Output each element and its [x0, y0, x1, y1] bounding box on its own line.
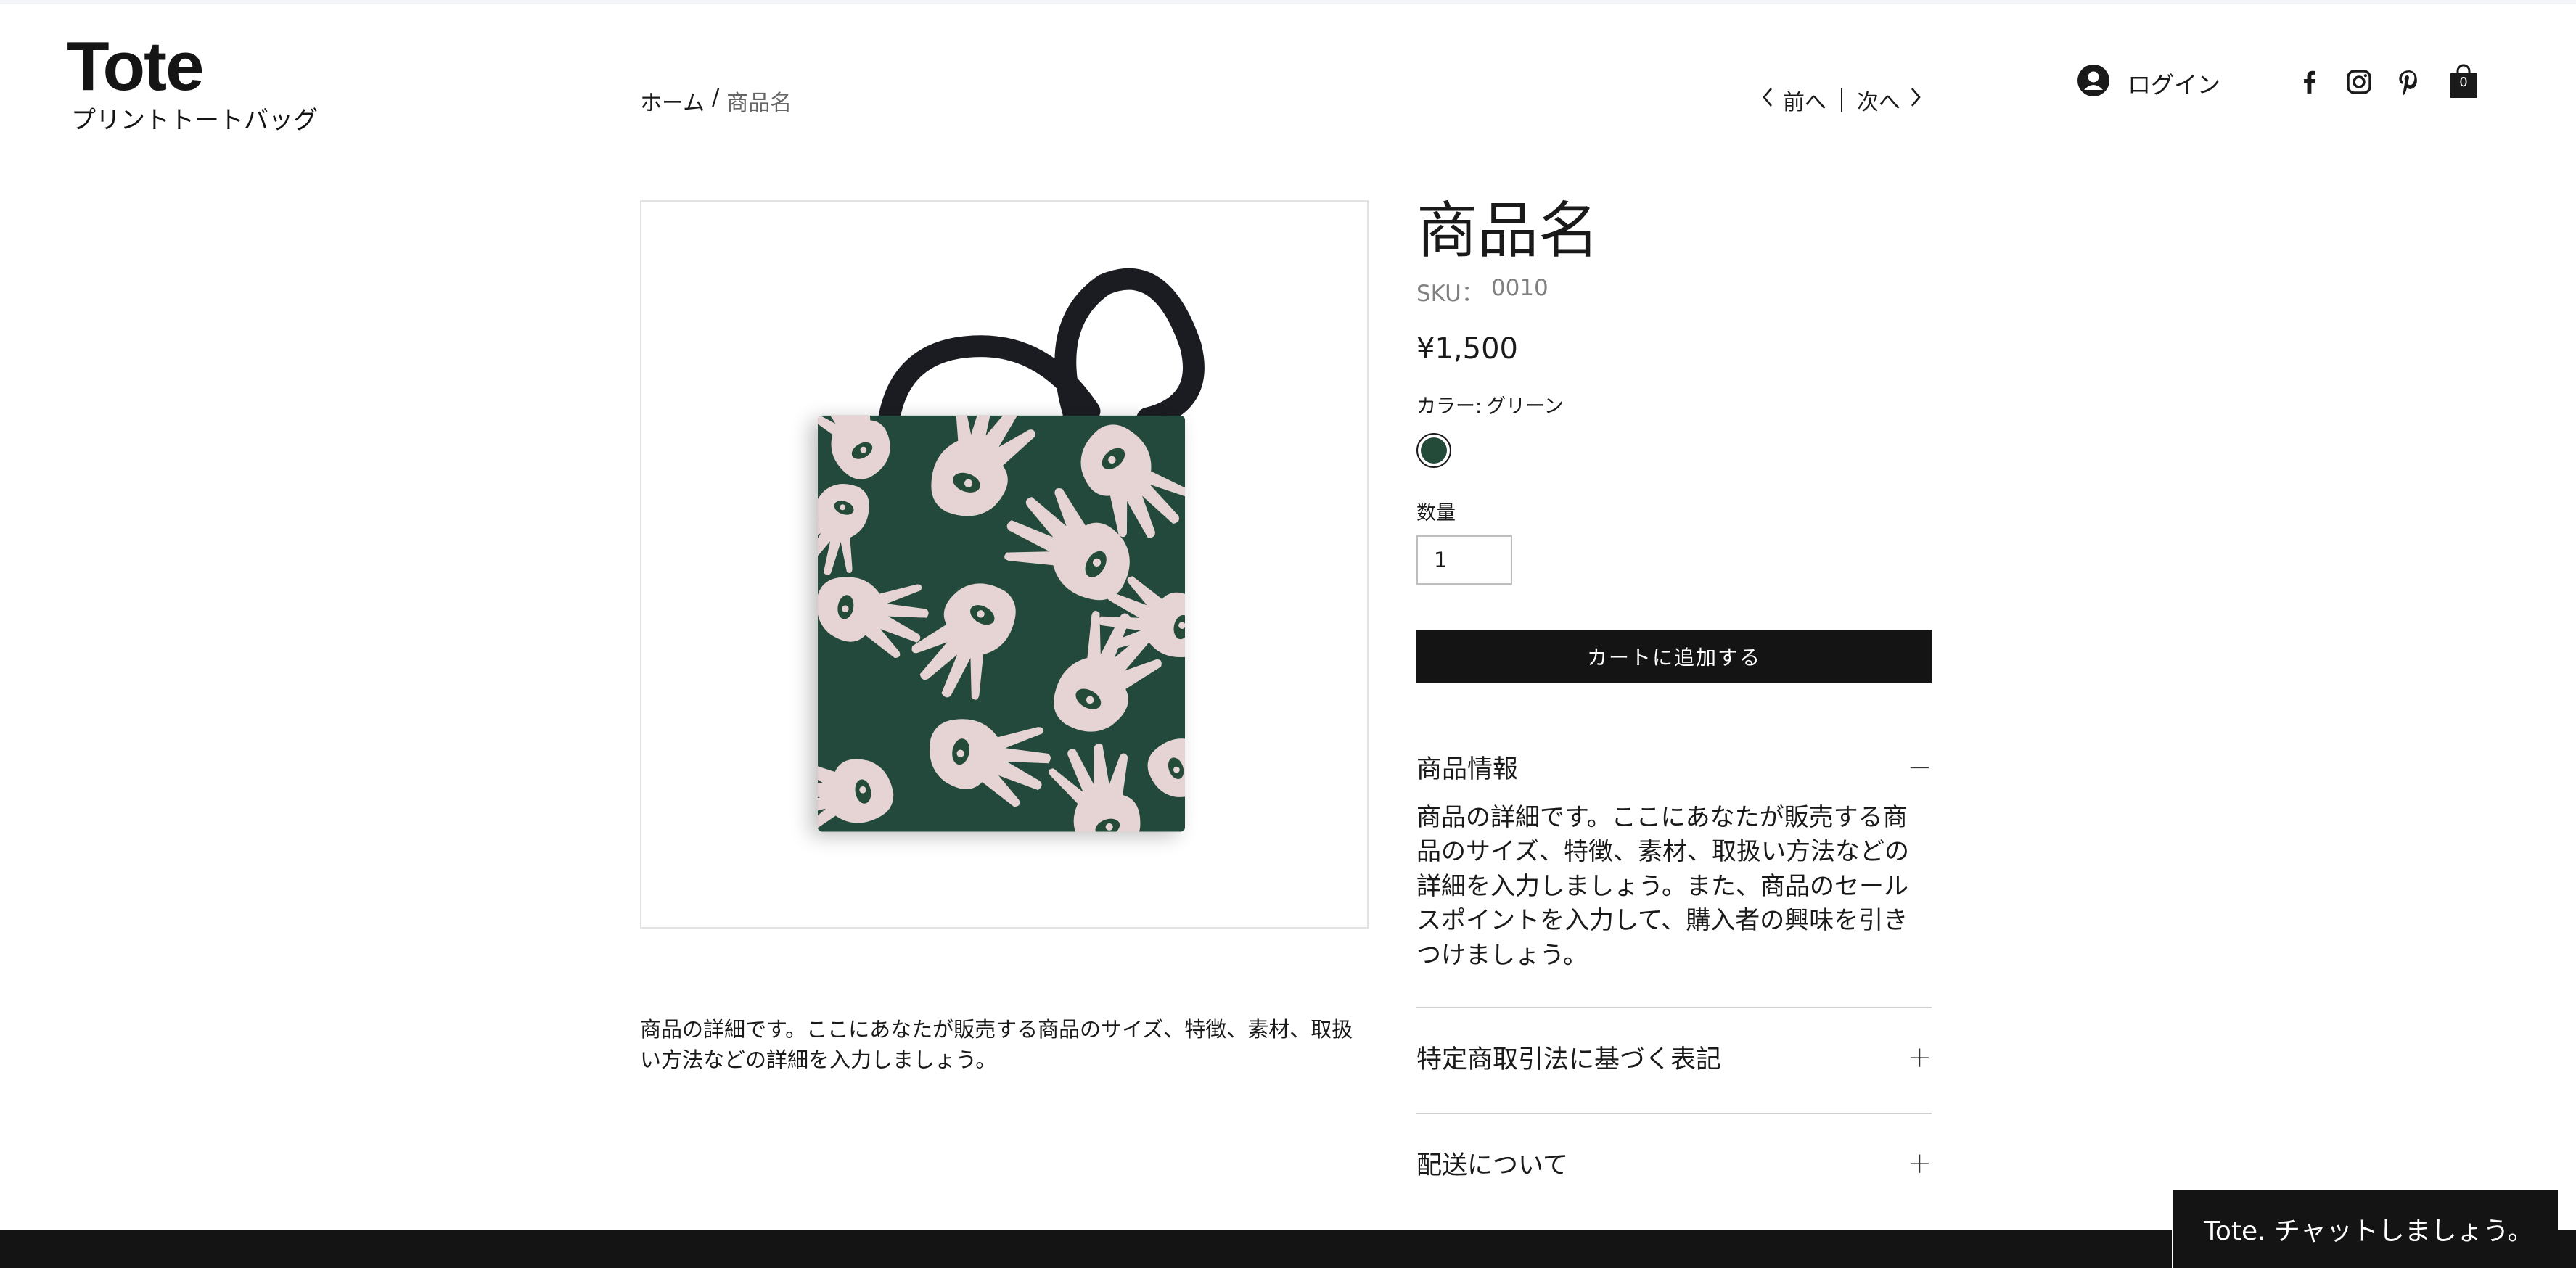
- color-swatch-green[interactable]: [1416, 432, 1451, 468]
- color-selected-value: グリーン: [1486, 395, 1564, 418]
- product-pagination: 前へ 次へ: [1760, 84, 1924, 116]
- accordion-title: 配送について: [1416, 1151, 1568, 1181]
- accordion-header-product-info[interactable]: 商品情報 −: [1416, 746, 1932, 789]
- product-info-panel: 商品名 SKU： 0010 ¥1,500 カラー: グリーン 数量 カートに追加…: [1416, 196, 1932, 1185]
- breadcrumb-separator: /: [712, 85, 720, 110]
- accordion-header-legal-notice[interactable]: 特定商取引法に基づく表記 +: [1416, 1036, 1932, 1079]
- minus-icon: −: [1907, 750, 1932, 784]
- facebook-icon[interactable]: [2294, 67, 2325, 97]
- color-label-text: カラー:: [1416, 395, 1482, 418]
- user-avatar-icon: [2077, 64, 2110, 103]
- product-image[interactable]: [640, 200, 1369, 929]
- cart-button[interactable]: 0: [2449, 64, 2478, 99]
- divider: [1416, 1006, 1932, 1008]
- chevron-left-icon: [1760, 86, 1776, 115]
- quantity-input[interactable]: [1416, 535, 1512, 585]
- pagination-divider: [1841, 88, 1842, 112]
- divider: [1416, 1112, 1932, 1114]
- pinterest-icon[interactable]: [2393, 67, 2424, 97]
- add-to-cart-button[interactable]: カートに追加する: [1416, 629, 1932, 683]
- brand-logo[interactable]: Tote プリントトートバッグ: [67, 32, 318, 134]
- color-swatch-fill: [1421, 437, 1447, 464]
- breadcrumb-home-link[interactable]: ホーム: [640, 85, 705, 117]
- product-title: 商品名: [1416, 195, 1600, 266]
- accordion-header-shipping[interactable]: 配送について +: [1416, 1142, 1932, 1185]
- next-label: 次へ: [1857, 90, 1900, 115]
- accordion-product-info: 商品情報 − 商品の詳細です。ここにあなたが販売する商品のサイズ、特徴、素材、取…: [1416, 746, 1932, 973]
- next-product-link[interactable]: 次へ: [1857, 84, 1924, 116]
- cart-count-badge: 0: [2459, 75, 2468, 90]
- quantity-label: 数量: [1416, 501, 1456, 524]
- breadcrumb: ホーム / 商品名: [640, 85, 792, 117]
- product-price: ¥1,500: [1416, 332, 1518, 366]
- tote-bag-illustration: [818, 268, 1205, 832]
- plus-icon: +: [1907, 1146, 1932, 1180]
- prev-product-link[interactable]: 前へ: [1760, 84, 1826, 116]
- brand-subtitle: プリントトートバッグ: [71, 106, 318, 135]
- chat-widget-button[interactable]: Tote. チャットしましょう。: [2172, 1188, 2558, 1268]
- accordion-shipping: 配送について +: [1416, 1142, 1932, 1185]
- accordion-title: 特定商取引法に基づく表記: [1416, 1045, 1722, 1075]
- login-label: ログイン: [2128, 71, 2221, 99]
- chevron-right-icon: [1908, 86, 1924, 115]
- login-button[interactable]: ログイン: [2077, 64, 2220, 103]
- plus-icon: +: [1907, 1040, 1932, 1074]
- top-hairline: [0, 0, 2576, 4]
- breadcrumb-current: 商品名: [726, 91, 792, 116]
- sku-value: 0010: [1490, 274, 1549, 301]
- accordion-body-product-info: 商品の詳細です。ここにあなたが販売する商品のサイズ、特徴、素材、取扱い方法などの…: [1416, 802, 1909, 970]
- accordion-title: 商品情報: [1416, 755, 1519, 785]
- instagram-icon[interactable]: [2344, 67, 2374, 97]
- color-label: カラー: グリーン: [1416, 390, 1932, 419]
- social-links: [2294, 67, 2424, 97]
- product-sku: SKU： 0010: [1416, 275, 1932, 308]
- prev-label: 前へ: [1783, 90, 1826, 115]
- accordion-legal-notice: 特定商取引法に基づく表記 +: [1416, 1036, 1932, 1079]
- product-short-description: 商品の詳細です。ここにあなたが販売する商品のサイズ、特徴、素材、取扱い方法などの…: [640, 1017, 1353, 1073]
- brand-name[interactable]: Tote: [67, 32, 318, 102]
- sku-label: SKU：: [1416, 280, 1484, 307]
